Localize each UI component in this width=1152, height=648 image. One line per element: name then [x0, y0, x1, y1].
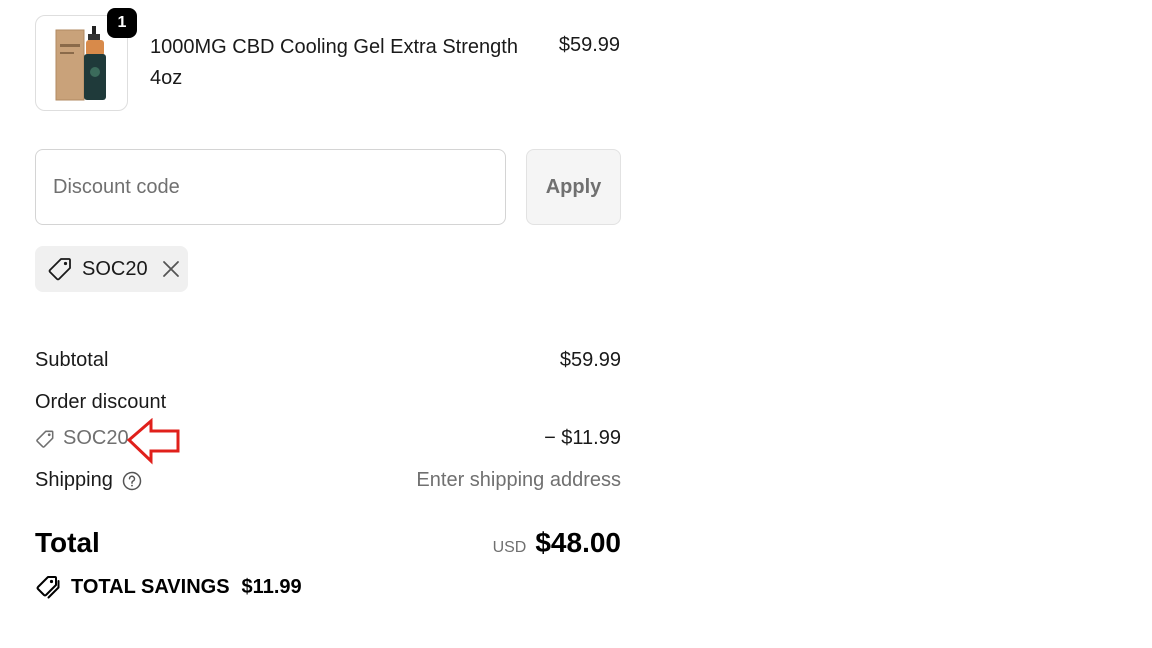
order-discount-code: SOC20: [63, 427, 129, 449]
shipping-value: Enter shipping address: [416, 469, 621, 491]
order-discount-label: Order discount: [35, 391, 167, 413]
total-savings-label: TOTAL SAVINGS: [71, 575, 230, 598]
subtotal-label: Subtotal: [35, 349, 109, 371]
total-label: Total: [35, 527, 100, 558]
tags-icon: [35, 574, 61, 600]
checkout-order-summary: 1 1000MG CBD Cooling Gel Extra Strength …: [0, 0, 1152, 648]
discount-code-input[interactable]: [35, 149, 506, 225]
tag-icon: [35, 429, 55, 449]
shipping-label-row: Shipping: [35, 469, 142, 492]
product-name: 1000MG CBD Cooling Gel Extra Strength 4o…: [150, 36, 518, 89]
red-arrow-annotation-icon: [126, 418, 180, 465]
remove-discount-button[interactable]: [160, 258, 182, 280]
order-discount-code-line: SOC20: [35, 427, 129, 450]
total-currency: USD: [492, 539, 527, 556]
total-amount: $48.00: [535, 527, 621, 558]
total-savings-value: $11.99: [241, 575, 302, 598]
order-discount-value: − $11.99: [544, 427, 621, 449]
applied-discount-tag: SOC20: [35, 246, 188, 292]
help-icon[interactable]: [122, 471, 142, 491]
applied-discount-code: SOC20: [82, 257, 148, 280]
product-price: $59.99: [558, 34, 620, 56]
tag-icon: [47, 256, 73, 282]
total-savings: TOTAL SAVINGS $11.99: [35, 574, 302, 600]
subtotal-value: $59.99: [559, 349, 621, 371]
apply-button[interactable]: Apply: [526, 149, 621, 225]
shipping-label: Shipping: [35, 469, 113, 491]
close-icon: [162, 261, 179, 277]
total-value-wrap: USD $48.00: [420, 527, 621, 559]
product-image-icon: [55, 26, 106, 101]
quantity-badge: 1: [107, 8, 137, 38]
